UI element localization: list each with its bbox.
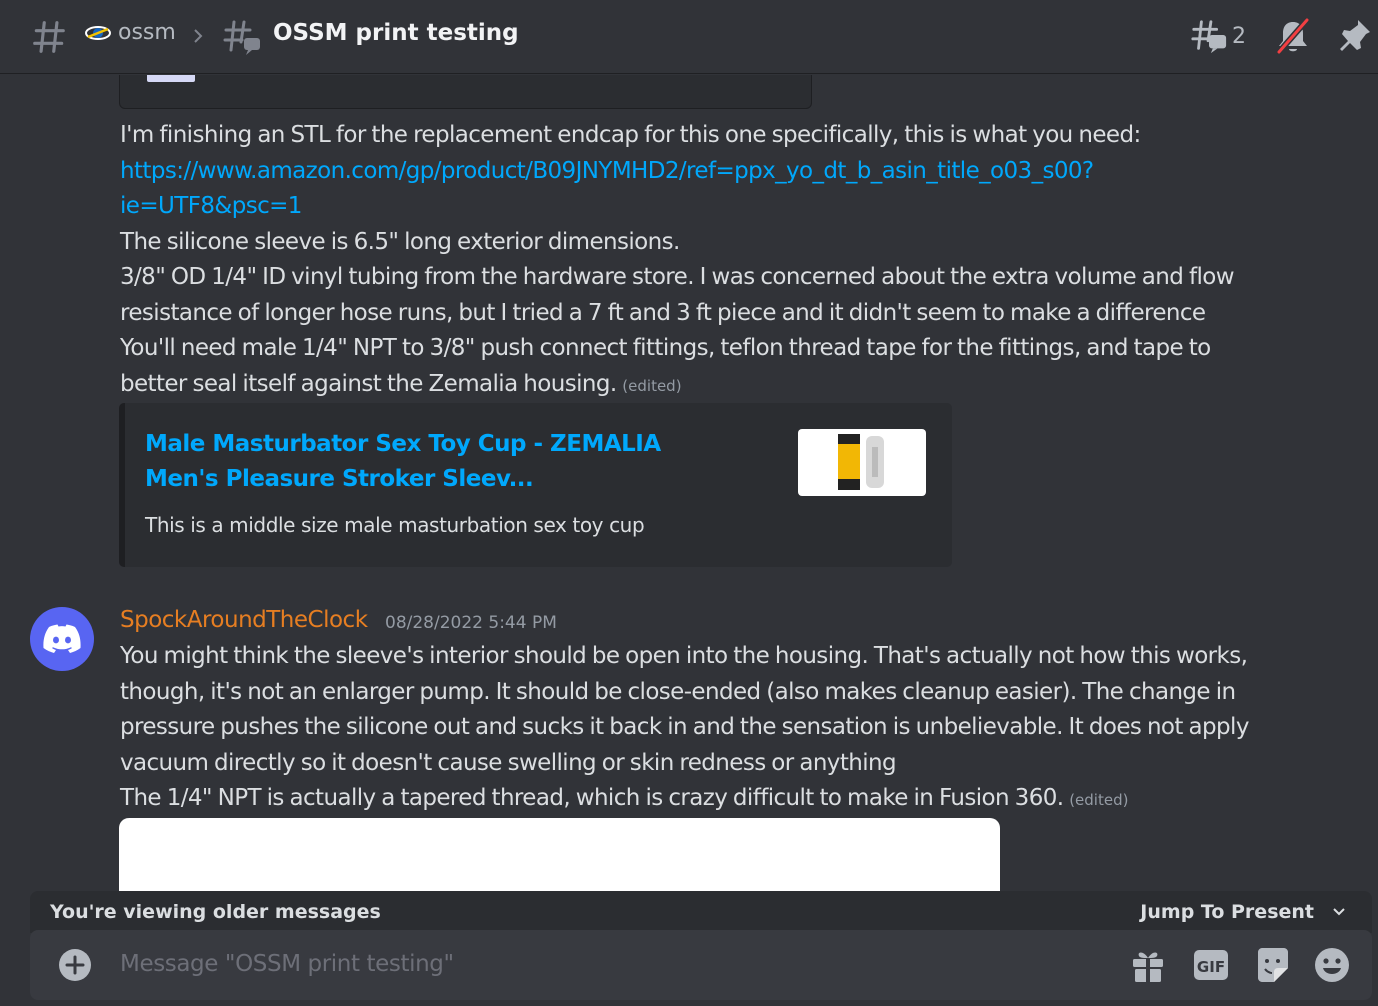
message-line: 3/8" OD 1/4" ID vinyl tubing from the ha… xyxy=(120,264,1235,290)
message-line: pressure pushes the silicone out and suc… xyxy=(120,714,1249,740)
message-composer: Message "OSSM print testing" GIF xyxy=(30,930,1372,1000)
threads-button[interactable]: 2 xyxy=(1190,16,1252,56)
server-name: ossm xyxy=(118,20,176,45)
discord-logo-icon xyxy=(43,624,81,653)
edited-tag: (edited) xyxy=(1069,791,1129,809)
sticker-icon[interactable] xyxy=(1254,946,1292,984)
embed-title[interactable]: Male Masturbator Sex Toy Cup - ZEMALIA M… xyxy=(145,427,715,497)
message-line: though, it's not an enlarger pump. It sh… xyxy=(120,678,1236,705)
message-list[interactable]: I'm finishing an STL for the replacement… xyxy=(0,75,1378,935)
product-link-continued[interactable]: ie=UTF8&psc=1 xyxy=(120,189,1270,225)
message-input[interactable]: Message "OSSM print testing" xyxy=(120,951,454,977)
channel-header: ossm OSSM print testing 2 xyxy=(0,0,1378,74)
add-attachment-icon[interactable] xyxy=(57,947,93,983)
older-messages-label: You're viewing older messages xyxy=(50,901,381,923)
older-messages-bar: You're viewing older messages Jump To Pr… xyxy=(30,891,1372,933)
threads-icon xyxy=(1191,20,1227,54)
chevron-right-icon xyxy=(194,29,203,43)
message-line: The silicone sleeve is 6.5" long exterio… xyxy=(120,228,680,255)
message-line: vacuum directly so it doesn't cause swel… xyxy=(120,749,897,776)
message-line: The 1/4" NPT is actually a tapered threa… xyxy=(120,785,1064,811)
gift-icon[interactable] xyxy=(1129,946,1167,984)
emoji-icon[interactable] xyxy=(1313,946,1351,984)
message-line: better seal itself against the Zemalia h… xyxy=(120,370,617,397)
embed-description: This is a middle size male masturbation … xyxy=(145,513,645,537)
server-logo-icon xyxy=(85,25,111,40)
jump-to-present-button[interactable]: Jump To Present xyxy=(1140,901,1314,923)
message-content: I'm finishing an STL for the replacement… xyxy=(120,118,1270,404)
message-author[interactable]: SpockAroundTheClock xyxy=(120,607,368,633)
product-link[interactable]: https://www.amazon.com/gp/product/B09JNY… xyxy=(120,154,1270,190)
message-line: You might think the sleeve's interior sh… xyxy=(120,643,1248,669)
chevron-down-icon[interactable] xyxy=(1330,903,1348,921)
message-line: I'm finishing an STL for the replacement… xyxy=(120,122,1141,148)
thread-icon xyxy=(223,20,260,55)
embed-thumbnail xyxy=(147,75,195,82)
svg-text:GIF: GIF xyxy=(1197,958,1225,976)
breadcrumb-server[interactable]: ossm xyxy=(84,20,176,45)
message-line: resistance of longer hose runs, but I tr… xyxy=(120,299,1206,326)
link-embed: Male Masturbator Sex Toy Cup - ZEMALIA M… xyxy=(119,403,952,567)
message-content: You might think the sleeve's interior sh… xyxy=(120,639,1270,819)
pin-icon[interactable] xyxy=(1336,16,1374,56)
gif-icon[interactable]: GIF xyxy=(1192,946,1230,984)
page-title: OSSM print testing xyxy=(273,20,519,46)
avatar[interactable] xyxy=(30,607,94,671)
embed-product-image[interactable] xyxy=(798,429,926,496)
previous-embed xyxy=(119,75,812,109)
message-timestamp: 08/28/2022 5:44 PM xyxy=(385,613,557,633)
message-line: You'll need male 1/4" NPT to 3/8" push c… xyxy=(120,335,1211,361)
edited-tag: (edited) xyxy=(622,376,682,395)
hashtag-icon xyxy=(33,21,65,53)
muted-bell-icon[interactable] xyxy=(1274,16,1312,56)
thread-count: 2 xyxy=(1232,23,1246,49)
